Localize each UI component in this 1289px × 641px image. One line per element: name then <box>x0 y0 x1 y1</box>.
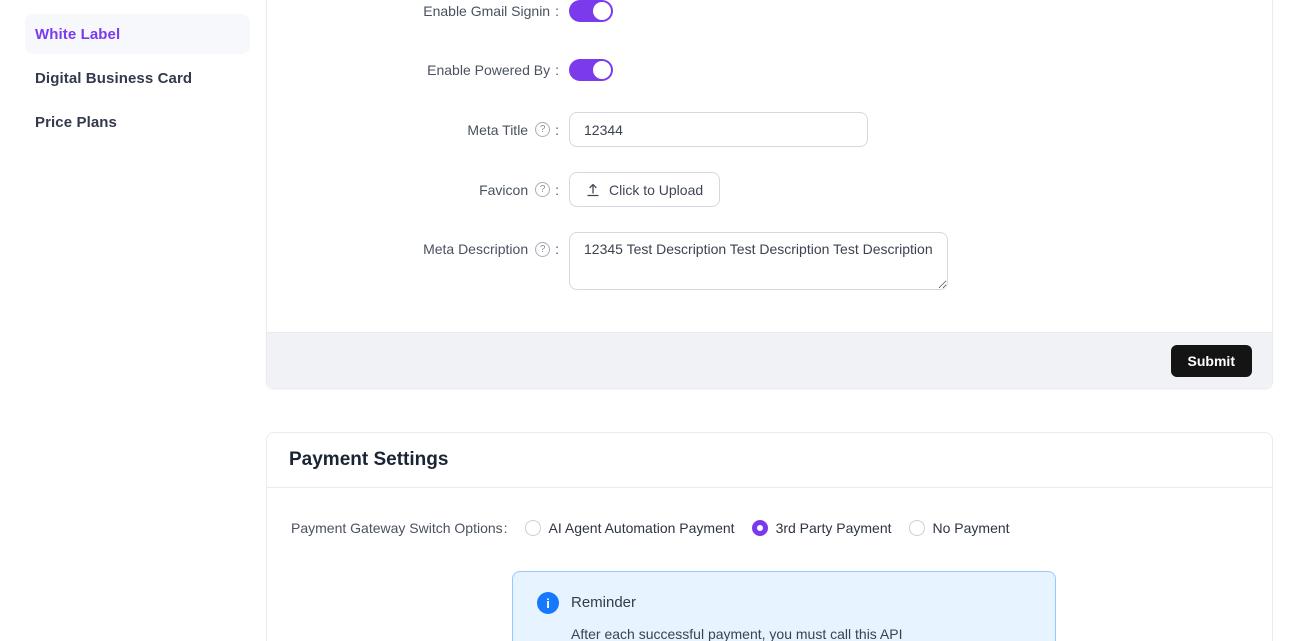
radio-button-icon[interactable] <box>752 520 768 536</box>
sidebar-item-label: White Label <box>35 26 120 43</box>
meta-title-label: Meta Title ? : <box>267 122 559 138</box>
radio-3rd-party-payment[interactable]: 3rd Party Payment <box>752 520 892 536</box>
sidebar-item-digital-business-card[interactable]: Digital Business Card <box>25 58 250 98</box>
sidebar-item-price-plans[interactable]: Price Plans <box>25 102 250 142</box>
powered-by-row: Enable Powered By: <box>267 59 1272 81</box>
toggle-knob <box>593 2 611 20</box>
radio-no-payment[interactable]: No Payment <box>909 520 1010 536</box>
powered-by-label: Enable Powered By: <box>267 62 559 78</box>
meta-description-textarea[interactable]: 12345 Test Description Test Description … <box>569 232 948 290</box>
sidebar-item-white-label[interactable]: White Label <box>25 14 250 54</box>
payment-gateway-label: Payment Gateway Switch Options: <box>291 520 508 536</box>
info-icon: i <box>537 592 559 614</box>
gmail-signin-label: Enable Gmail Signin: <box>267 3 559 19</box>
radio-label: AI Agent Automation Payment <box>549 520 735 536</box>
radio-ai-agent-automation-payment[interactable]: AI Agent Automation Payment <box>525 520 735 536</box>
submit-button[interactable]: Submit <box>1171 345 1252 377</box>
favicon-upload-button[interactable]: Click to Upload <box>569 172 720 207</box>
meta-title-input[interactable] <box>569 112 868 147</box>
reminder-body: After each successful payment, you must … <box>571 626 902 641</box>
help-icon[interactable]: ? <box>535 122 550 137</box>
meta-description-label: Meta Description ? : <box>267 232 559 257</box>
gmail-signin-toggle[interactable] <box>569 0 613 22</box>
white-label-card: Enable Gmail Signin: Enable Powered By: … <box>266 0 1273 389</box>
radio-button-icon[interactable] <box>909 520 925 536</box>
reminder-alert: i Reminder After each successful payment… <box>512 571 1056 641</box>
favicon-label: Favicon ? : <box>267 182 559 198</box>
help-icon[interactable]: ? <box>535 242 550 257</box>
reminder-content: Reminder After each successful payment, … <box>571 592 902 641</box>
payment-gateway-row: Payment Gateway Switch Options: AI Agent… <box>291 517 1010 539</box>
payment-settings-card: Payment Settings Payment Gateway Switch … <box>266 432 1273 641</box>
radio-label: No Payment <box>933 520 1010 536</box>
form-footer: Submit <box>267 332 1272 388</box>
payment-settings-header: Payment Settings <box>267 433 1272 488</box>
sidebar-item-label: Price Plans <box>35 114 117 131</box>
powered-by-toggle[interactable] <box>569 59 613 81</box>
upload-icon <box>586 183 600 197</box>
toggle-knob <box>593 61 611 79</box>
sidebar-item-label: Digital Business Card <box>35 70 192 87</box>
gmail-signin-row: Enable Gmail Signin: <box>267 0 1272 22</box>
meta-title-row: Meta Title ? : <box>267 112 1272 147</box>
favicon-row: Favicon ? : Click to Upload <box>267 172 1272 207</box>
meta-description-row: Meta Description ? : 12345 Test Descript… <box>267 232 1272 290</box>
radio-button-icon[interactable] <box>525 520 541 536</box>
sidebar: White Label Digital Business Card Price … <box>25 14 250 146</box>
upload-button-label: Click to Upload <box>609 182 703 198</box>
reminder-title: Reminder <box>571 592 902 614</box>
payment-settings-title: Payment Settings <box>289 449 448 471</box>
help-icon[interactable]: ? <box>535 182 550 197</box>
radio-label: 3rd Party Payment <box>776 520 892 536</box>
